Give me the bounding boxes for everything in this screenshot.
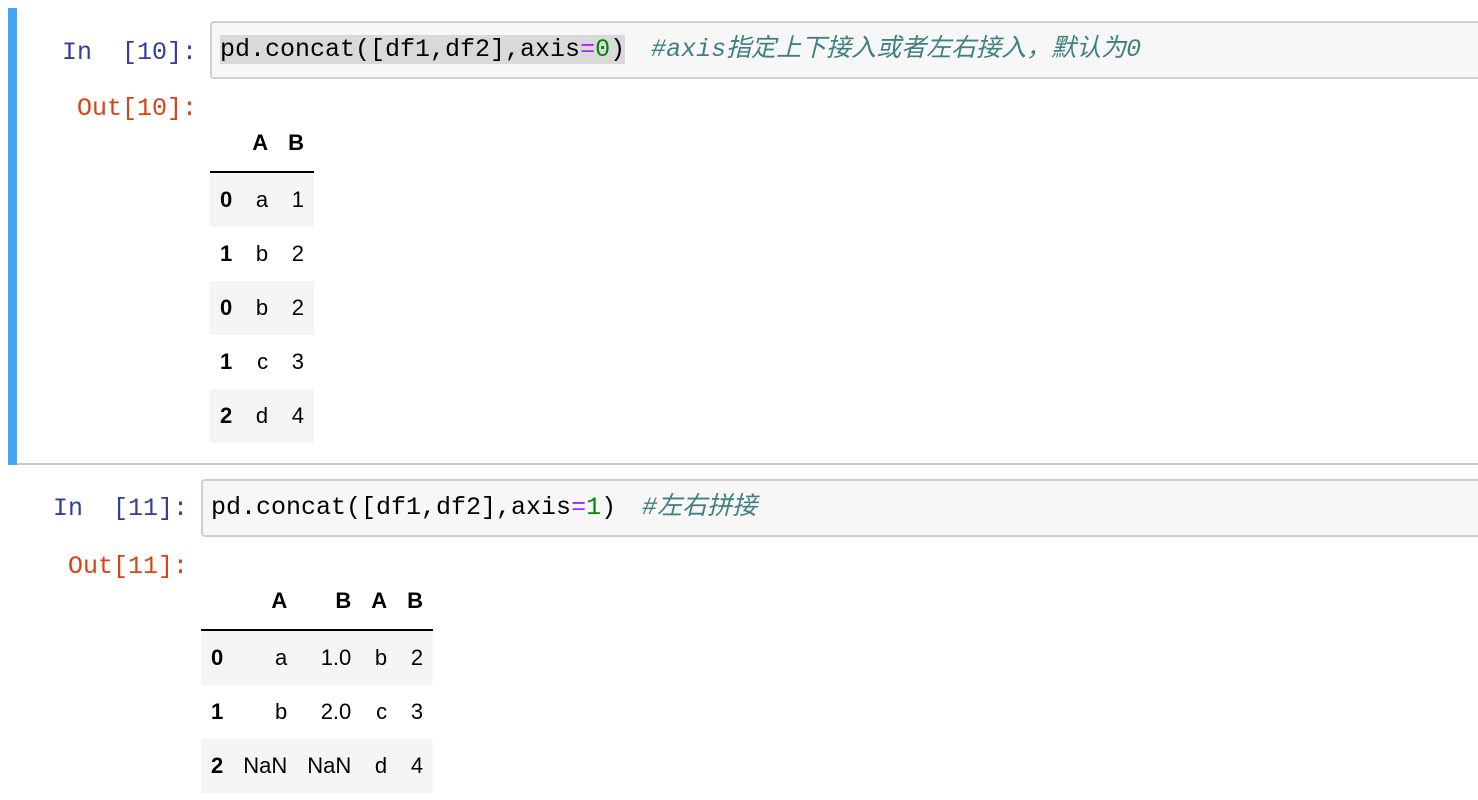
table-cell: b	[255, 295, 269, 320]
table-cell: 2	[291, 241, 305, 266]
column-header	[210, 115, 243, 173]
table-row: 0 b 2	[210, 281, 315, 335]
input-prompt: In [11]:	[52, 494, 188, 523]
code-text: pd.concat([df1,df2],axis	[211, 493, 572, 522]
table-row: 0 a 1.0 b 2	[201, 630, 434, 685]
table-cell: NaN	[307, 753, 352, 778]
table-row: 2 NaN NaN d 4	[201, 739, 434, 793]
table-cell: 3	[291, 349, 305, 374]
dataframe-output: A B 0 a 1 1 b 2 0 b 2 1 c 3 2 d 4	[210, 115, 315, 443]
table-cell: d	[255, 403, 269, 428]
table-cell: a	[255, 187, 269, 212]
table-cell: 2	[291, 295, 305, 320]
table-cell: 2.0	[320, 699, 352, 724]
code-operator: =	[571, 493, 587, 522]
dataframe-output: A B A B 0 a 1.0 b 2 1 b 2.0 c 3 2 NaN Na…	[201, 573, 434, 793]
table-row: 1 b 2	[210, 227, 314, 281]
table-cell: 4	[291, 403, 305, 428]
column-header: B	[278, 115, 315, 173]
table-cell: 2	[410, 645, 424, 670]
code-input-area[interactable]: pd.concat([df1,df2],axis=1) #左右拼接	[201, 479, 1478, 537]
column-header	[201, 573, 234, 631]
output-prompt: Out[11]:	[67, 552, 188, 581]
code-input-area[interactable]: pd.concat([df1,df2],axis=0) #axis指定上下接入或者…	[210, 21, 1478, 79]
code-comment: #左右拼接	[642, 493, 758, 522]
table-header-row: A B	[210, 115, 315, 173]
table-row: 0 a 1	[210, 172, 315, 227]
row-index: 2	[211, 753, 224, 778]
table-cell: 3	[410, 699, 424, 724]
column-header: A	[242, 115, 279, 173]
table-header-row: A B A B	[201, 573, 434, 631]
code-comment: #axis指定上下接入或者左右接入，默认为0	[651, 35, 1142, 64]
table-cell: b	[255, 241, 269, 266]
code-text-end: )	[610, 35, 626, 64]
table-cell: c	[257, 349, 269, 374]
table-cell: b	[374, 645, 388, 670]
column-header: A	[361, 573, 398, 631]
output-prompt: Out[10]:	[76, 94, 197, 123]
notebook-cell-11[interactable]: In [11]: pd.concat([df1,df2],axis=1) #左右拼…	[8, 472, 1478, 800]
table-row: 1 b 2.0 c 3	[201, 685, 433, 739]
code-selection: pd.concat([df1,df2],axis=0)	[220, 35, 626, 64]
row-index: 0	[220, 187, 233, 212]
table-cell: b	[275, 699, 288, 724]
table-cell: 1	[291, 187, 305, 212]
code-text: pd.concat([df1,df2],axis	[220, 35, 581, 64]
code-number: 1	[586, 493, 602, 522]
table-row: 2 d 4	[210, 389, 315, 443]
table-cell: d	[374, 753, 388, 778]
column-header: B	[397, 573, 434, 631]
row-index: 1	[220, 349, 233, 374]
table-cell: NaN	[243, 753, 288, 778]
row-index: 0	[211, 645, 224, 670]
table-cell: 1.0	[320, 645, 352, 670]
code-line[interactable]: pd.concat([df1,df2],axis=0) #axis指定上下接入或者…	[220, 35, 1141, 65]
code-number: 0	[595, 35, 611, 64]
code-operator: =	[580, 35, 596, 64]
table-row: 1 c 3	[210, 335, 314, 389]
cell-divider	[17, 463, 1478, 465]
code-line[interactable]: pd.concat([df1,df2],axis=1) #左右拼接	[211, 493, 757, 523]
row-index: 1	[220, 241, 233, 266]
table-cell: a	[275, 645, 288, 670]
input-prompt: In [10]:	[61, 38, 197, 67]
code-text-end: )	[601, 493, 617, 522]
notebook-cell-10[interactable]: In [10]: pd.concat([df1,df2],axis=0) #axi…	[8, 8, 1478, 465]
table-cell: 4	[410, 753, 424, 778]
row-index: 0	[220, 295, 233, 320]
column-header: A	[233, 573, 298, 631]
row-index: 2	[220, 403, 233, 428]
table-cell: c	[376, 699, 388, 724]
column-header: B	[297, 573, 362, 631]
row-index: 1	[211, 699, 224, 724]
